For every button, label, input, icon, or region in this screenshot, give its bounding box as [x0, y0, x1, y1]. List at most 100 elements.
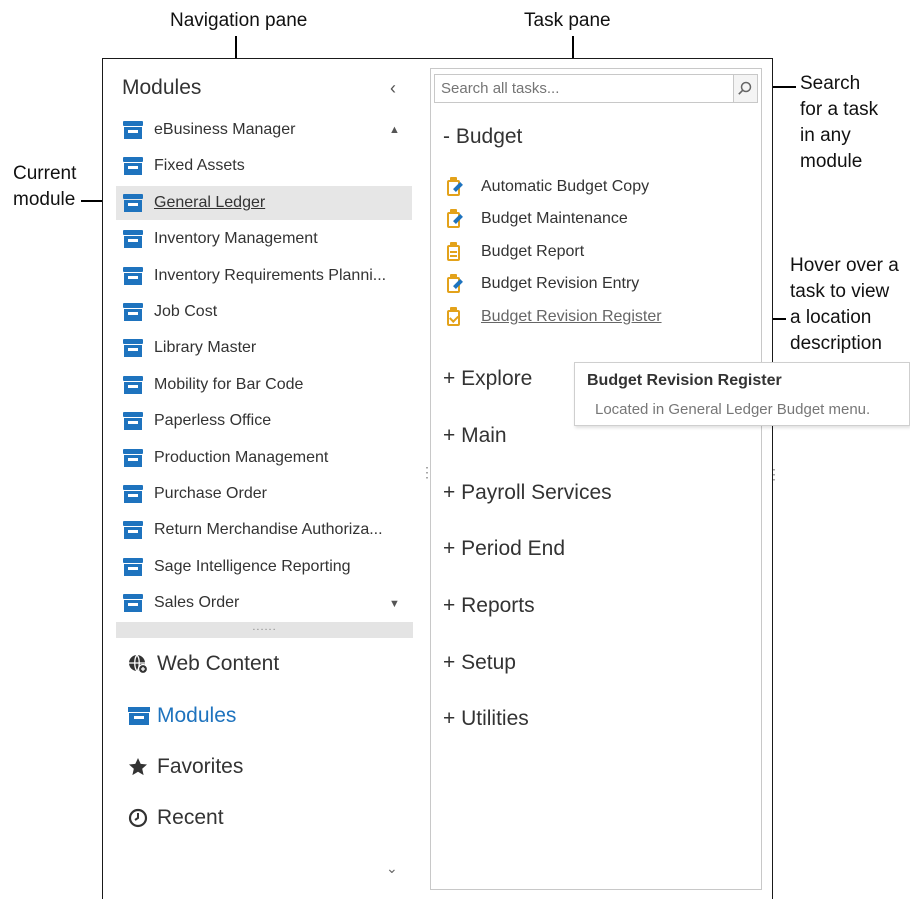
- module-label: Sage Intelligence Reporting: [154, 558, 351, 575]
- nav-group-modules[interactable]: Modules: [128, 700, 236, 732]
- module-item[interactable]: Fixed Assets: [116, 149, 412, 183]
- module-icon: [123, 412, 143, 430]
- task-item[interactable]: Budget Maintenance: [446, 206, 628, 232]
- clipboard-icon: [446, 209, 463, 229]
- task-tooltip: Budget Revision Register Located in Gene…: [574, 362, 910, 426]
- module-icon: [123, 121, 143, 139]
- task-item[interactable]: Budget Revision Entry: [446, 271, 639, 297]
- annotation-current-module-2: module: [13, 189, 76, 210]
- module-icon: [123, 376, 143, 394]
- task-section-reports[interactable]: + Reports: [443, 594, 535, 618]
- module-icon: [123, 303, 143, 321]
- module-item[interactable]: Mobility for Bar Code: [116, 368, 412, 402]
- module-label: Library Master: [154, 339, 257, 356]
- module-item[interactable]: eBusiness Manager: [116, 113, 412, 147]
- module-label: General Ledger: [154, 194, 266, 211]
- nav-group-recent[interactable]: Recent: [128, 802, 224, 834]
- clipboard-icon: [446, 307, 462, 327]
- annotation-hover-2: task to view: [790, 281, 890, 302]
- module-icon: [123, 339, 143, 357]
- module-item[interactable]: Library Master: [116, 331, 412, 365]
- tooltip-title: Budget Revision Register: [587, 372, 782, 389]
- nav-group-label: Recent: [157, 806, 224, 829]
- module-icon: [123, 157, 143, 175]
- annotation-hover-3: a location: [790, 307, 872, 328]
- module-label: Return Merchandise Authoriza...: [154, 521, 383, 538]
- task-item[interactable]: Budget Revision Register: [446, 304, 662, 330]
- module-icon: [123, 230, 143, 248]
- nav-group-label: Modules: [157, 704, 237, 727]
- nav-group-web-content[interactable]: Web Content: [128, 648, 279, 680]
- module-item[interactable]: Sales Order: [116, 586, 412, 620]
- module-label: Fixed Assets: [154, 157, 245, 174]
- clipboard-icon: [446, 242, 462, 262]
- module-item[interactable]: Inventory Requirements Planni...: [116, 259, 412, 293]
- module-label: Mobility for Bar Code: [154, 376, 304, 393]
- module-icon: [123, 449, 143, 467]
- module-label: Inventory Management: [154, 230, 318, 247]
- annotation-hover-1: Hover over a: [790, 255, 899, 276]
- chevron-down-icon[interactable]: ⌄: [386, 860, 398, 877]
- nav-group-label: Web Content: [157, 652, 280, 675]
- web-content-icon: [128, 654, 149, 675]
- pane-resize-grip[interactable]: ⋮: [420, 465, 434, 479]
- star-icon: [128, 757, 148, 777]
- task-label: Automatic Budget Copy: [481, 178, 650, 195]
- annotation-navigation-pane: Navigation pane: [170, 10, 308, 31]
- clock-icon: [128, 808, 148, 828]
- module-label: Inventory Requirements Planni...: [154, 267, 387, 284]
- chevron-left-icon: ‹: [390, 78, 396, 98]
- nav-pane-title: Modules: [122, 76, 202, 99]
- tooltip-description: Located in General Ledger Budget menu.: [595, 401, 871, 418]
- annotation-current-module-1: Current: [13, 163, 77, 184]
- clipboard-icon: [446, 177, 463, 197]
- task-section-budget[interactable]: - Budget: [443, 125, 522, 149]
- task-pane-resize-grip[interactable]: ⋮: [767, 467, 781, 481]
- task-label: Budget Maintenance: [481, 210, 628, 227]
- module-icon: [123, 194, 143, 212]
- module-label: eBusiness Manager: [154, 121, 296, 138]
- module-item[interactable]: Inventory Management: [116, 222, 412, 256]
- task-section-period-end[interactable]: + Period End: [443, 537, 565, 561]
- module-label: Purchase Order: [154, 485, 267, 502]
- nav-splitter-handle[interactable]: ......: [116, 622, 413, 638]
- annotation-search-4: module: [800, 151, 863, 172]
- magnifier-icon: [738, 81, 752, 95]
- clipboard-icon: [446, 274, 463, 294]
- annotation-search-3: in any: [800, 125, 851, 146]
- task-section-setup[interactable]: + Setup: [443, 651, 516, 675]
- module-item[interactable]: Return Merchandise Authoriza...: [116, 513, 412, 547]
- task-section-utilities[interactable]: + Utilities: [443, 707, 529, 731]
- module-item[interactable]: Paperless Office: [116, 404, 412, 438]
- annotation-hover-4: description: [790, 333, 882, 354]
- search-tasks-input[interactable]: [434, 74, 734, 103]
- collapse-nav-button[interactable]: ‹: [390, 78, 396, 99]
- task-section-payroll-services[interactable]: + Payroll Services: [443, 481, 612, 505]
- module-item[interactable]: Sage Intelligence Reporting: [116, 550, 412, 584]
- task-label: Budget Revision Entry: [481, 275, 640, 292]
- module-item[interactable]: Purchase Order: [116, 477, 412, 511]
- nav-group-label: Favorites: [157, 755, 244, 778]
- module-label: Paperless Office: [154, 412, 272, 429]
- search-button[interactable]: [734, 74, 758, 103]
- task-section-explore[interactable]: + Explore: [443, 367, 532, 391]
- task-item[interactable]: Automatic Budget Copy: [446, 174, 649, 200]
- task-section-main[interactable]: + Main: [443, 424, 507, 448]
- nav-group-favorites[interactable]: Favorites: [128, 751, 243, 783]
- module-item[interactable]: General Ledger: [116, 186, 412, 220]
- modules-icon: [128, 706, 150, 726]
- module-icon: [123, 594, 143, 612]
- task-label: Budget Report: [481, 243, 585, 260]
- module-icon: [123, 267, 143, 285]
- module-icon: [123, 485, 143, 503]
- module-icon: [123, 558, 143, 576]
- annotation-search-2: for a task: [800, 99, 879, 120]
- task-item[interactable]: Budget Report: [446, 239, 584, 265]
- annotation-search-1: Search: [800, 73, 861, 94]
- module-label: Job Cost: [154, 303, 218, 320]
- module-label: Sales Order: [154, 594, 240, 611]
- module-item[interactable]: Job Cost: [116, 295, 412, 329]
- module-label: Production Management: [154, 449, 329, 466]
- task-label: Budget Revision Register: [481, 308, 662, 325]
- module-item[interactable]: Production Management: [116, 441, 412, 475]
